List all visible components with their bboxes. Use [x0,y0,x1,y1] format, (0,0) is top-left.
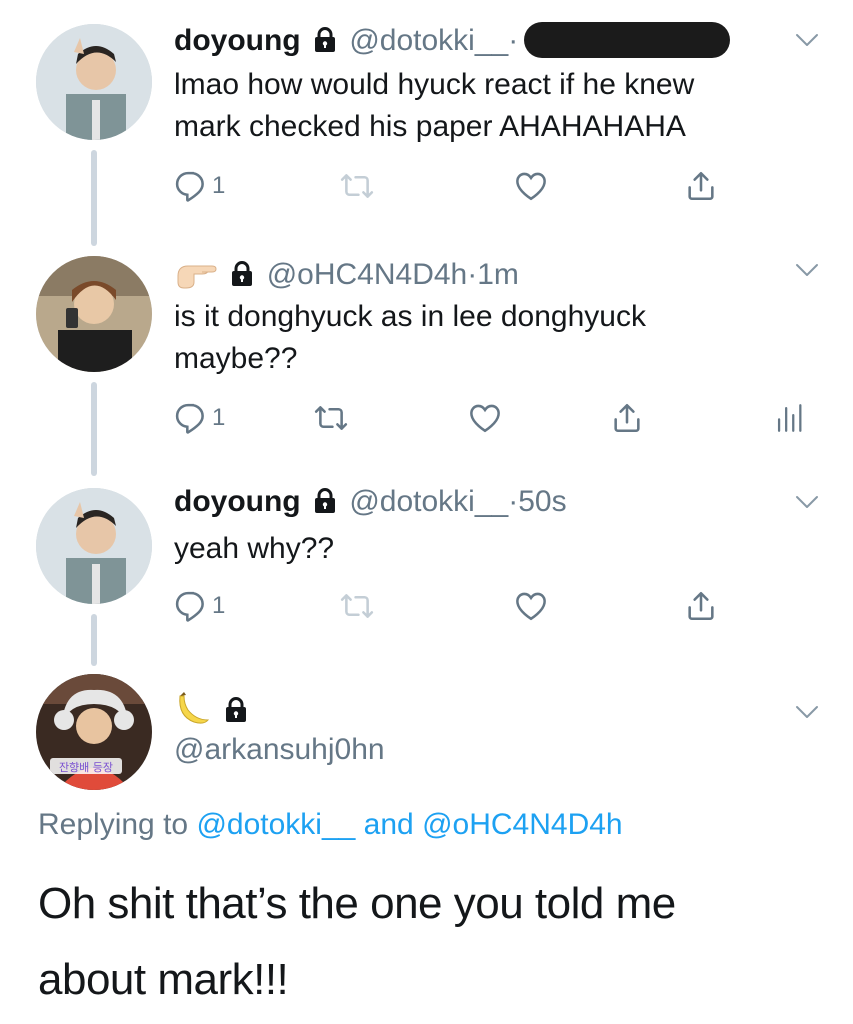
banana-emoji-icon [179,692,210,724]
like-button[interactable] [468,398,502,438]
avatar[interactable]: 잔향배 등장 [36,674,152,790]
pointing-hand-emoji-icon [177,265,217,289]
share-icon [684,589,718,623]
tweet-text-line: lmao how would hyuck react if he knew [174,68,695,101]
chevron-down-icon[interactable] [795,704,819,720]
tweet-header: doyoung @dotokki__·50s [174,484,567,520]
tweet-text: is it donghyuck as in lee donghyuck mayb… [174,296,646,380]
thread-line [91,382,97,476]
separator: · [467,258,478,291]
heart-icon [514,589,548,623]
tweet-text: lmao how would hyuck react if he knew ma… [174,64,694,148]
timestamp[interactable]: 50s [518,485,566,518]
chevron-down-icon[interactable] [795,494,819,510]
action-bar: 1 [174,586,814,626]
heart-icon [514,169,548,203]
reply-count: 1 [212,172,226,199]
lock-icon [230,261,254,287]
avatar-ohc-icon [36,256,152,372]
username[interactable]: @dotokki__ [349,485,508,518]
retweet-icon [340,169,374,203]
display-name[interactable]: doyoung [174,485,301,518]
lock-icon [313,27,337,53]
replying-prefix: Replying to [38,808,189,841]
reply-icon [174,169,208,203]
username-line: @arkansuhj0hn [174,732,385,768]
replying-to: Replying to @dotokki__ and @oHC4N4D4h [38,808,623,842]
redacted-timestamp [524,22,731,58]
action-bar: 1 [174,398,814,438]
timestamp[interactable]: 1m [477,258,519,291]
separator: · [508,485,519,518]
tweet-header [174,690,252,729]
reply-user-link[interactable]: @oHC4N4D4h [422,808,623,841]
reply-button[interactable]: 1 [174,398,225,438]
reply-icon [174,401,208,435]
username[interactable]: @oHC4N4D4h [267,258,468,291]
reply-icon [174,589,208,623]
tweet-header: @oHC4N4D4h·1m [174,254,519,293]
reply-button[interactable]: 1 [174,166,225,206]
avatar[interactable] [36,488,152,604]
retweet-button[interactable] [314,398,348,438]
avatar-doyoung-icon [36,488,152,604]
like-button[interactable] [514,166,548,206]
username[interactable]: @arkansuhj0hn [174,733,385,766]
chevron-down-icon[interactable] [795,262,819,278]
thread-line [91,614,97,666]
tweet-text: yeah why?? [174,528,334,570]
reply-and[interactable]: and [364,808,414,841]
tweet-text-line: maybe?? [174,342,298,375]
share-button[interactable] [684,586,718,626]
retweet-button[interactable] [340,586,374,626]
share-button[interactable] [610,398,644,438]
avatar[interactable] [36,256,152,372]
chevron-down-icon[interactable] [795,32,819,48]
reply-user-link[interactable]: @dotokki__ [196,808,355,841]
tweet-text-line: Oh shit that’s the one you told me [38,879,676,928]
retweet-button[interactable] [340,166,374,206]
tweet-header: doyoung @dotokki__· [174,22,731,59]
display-name[interactable]: doyoung [174,24,301,57]
analytics-icon [777,404,802,432]
analytics-button[interactable] [772,398,806,438]
share-icon [610,401,644,435]
share-button[interactable] [684,166,718,206]
share-icon [684,169,718,203]
tweet-text-line: mark checked his paper AHAHAHAHA [174,110,686,143]
tweet-text-line: is it donghyuck as in lee donghyuck [174,300,646,333]
action-bar: 1 [174,166,814,206]
focused-tweet-text: Oh shit that’s the one you told me about… [38,866,818,1018]
retweet-icon [340,589,374,623]
tweet-text-line: about mark!!! [38,955,289,1004]
reply-count: 1 [212,592,226,619]
reply-button[interactable]: 1 [174,586,225,626]
lock-icon [313,488,337,514]
lock-icon [224,697,248,723]
reply-count: 1 [212,404,226,431]
avatar-arkansuhj0hn-icon: 잔향배 등장 [36,674,152,790]
avatar-caption: 잔향배 등장 [59,761,113,774]
tweet-text-line: yeah why?? [174,532,335,565]
avatar[interactable] [36,24,152,140]
separator: · [508,24,519,57]
retweet-icon [314,401,348,435]
thread-line [91,150,97,246]
avatar-doyoung-icon [36,24,152,140]
username[interactable]: @dotokki__ [349,24,508,57]
like-button[interactable] [514,586,548,626]
heart-icon [468,401,502,435]
